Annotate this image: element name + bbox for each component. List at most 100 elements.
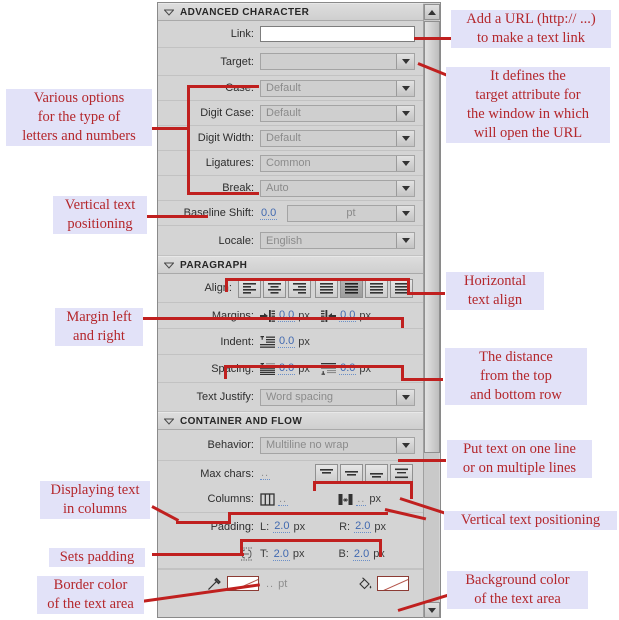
padding-top-value[interactable]: 2.0 [272,548,290,561]
padding-left-unit: px [293,520,306,533]
chevron-down-icon[interactable] [396,155,414,171]
break-select[interactable]: Auto [260,179,415,197]
columns-gutter-value[interactable]: .. [356,493,367,506]
indent-value[interactable]: 0.0 [278,335,296,348]
columns-label: Columns: [207,493,254,505]
margin-left-value[interactable]: 0.0 [278,309,296,322]
spacing-above-value[interactable]: 0.0 [278,362,296,375]
chevron-down-icon[interactable] [396,130,414,146]
chevron-down-icon[interactable] [396,80,414,96]
padding-link-icon[interactable] [158,547,260,561]
chevron-down-icon[interactable] [396,233,414,248]
locale-select[interactable]: English [260,232,415,249]
digit-width-select[interactable]: Default [260,129,415,147]
padding-left-value[interactable]: 2.0 [273,520,291,533]
border-color-swatch[interactable] [227,576,259,591]
chevron-down-icon[interactable] [396,180,414,196]
chevron-down-icon[interactable] [396,54,414,69]
align-left-button[interactable] [238,278,261,298]
annotation-various-options: Various options for the type of letters … [6,89,152,146]
stroke-width-value[interactable]: .. [265,578,275,590]
padding-right-value[interactable]: 2.0 [354,520,372,533]
spacing-label: Spacing: [211,362,254,375]
disclosure-triangle-icon[interactable] [164,9,174,16]
chevron-down-icon[interactable] [396,205,414,221]
paint-bucket-icon [356,576,374,591]
panel-scroll-content: ADVANCED CHARACTER Link: Target: Case: D… [158,3,423,617]
indent-icon [260,334,275,349]
case-select[interactable]: Default [260,79,415,97]
annotation-vertical-text-positioning-right: Vertical text positioning [444,511,617,530]
behavior-value: Multiline no wrap [266,439,349,451]
margin-right-icon [321,308,337,323]
target-select[interactable] [260,53,415,70]
row-case: Case: Default [158,76,423,101]
break-label: Break: [222,182,254,194]
row-target: Target: [158,48,423,76]
align-label: Align: [204,282,232,294]
annotation-displaying-columns: Displaying text in columns [40,481,150,519]
locale-label: Locale: [218,234,254,247]
section-header-container-and-flow[interactable]: CONTAINER AND FLOW [158,412,423,430]
margin-right-unit: px [359,309,371,322]
padding-top-prefix: T: [260,548,269,560]
case-value: Default [266,82,301,94]
padding-bottom-prefix: B: [338,548,349,560]
section-header-paragraph[interactable]: PARAGRAPH [158,256,423,274]
row-link: Link: [158,21,423,48]
annotation-distance-top-bottom: The distance from the top and bottom row [445,348,587,405]
valign-justify-button[interactable] [390,464,413,483]
column-gutter-icon [338,492,353,507]
row-colors: .. pt [158,569,423,597]
disclosure-triangle-icon[interactable] [164,262,174,269]
justify-left-button[interactable] [315,278,338,298]
background-color-swatch[interactable] [377,576,409,591]
justify-center-button[interactable] [340,278,363,298]
scrollbar-thumb[interactable] [424,21,440,453]
break-value: Auto [266,182,289,194]
chevron-down-icon[interactable] [396,105,414,121]
digit-case-label: Digit Case: [200,107,254,119]
row-max-chars: Max chars: .. [158,461,423,486]
columns-count-value[interactable]: .. [278,493,289,506]
align-right-button[interactable] [288,278,311,298]
justify-full-button[interactable] [390,278,413,298]
spacing-below-value[interactable]: 0.0 [339,362,357,375]
padding-bottom-unit: px [373,548,385,560]
ligatures-select[interactable]: Common [260,154,415,172]
panel-scrollbar[interactable] [423,4,440,618]
target-label: Target: [220,55,254,68]
annotation-add-url: Add a URL (http:// ...) to make a text l… [451,10,611,48]
scroll-down-button[interactable] [424,602,440,618]
align-center-button[interactable] [263,278,286,298]
columns-gutter-unit: px [369,493,381,505]
annotation-background-color: Background color of the text area [447,571,588,609]
baseline-shift-unit-select[interactable]: pt [287,204,415,222]
behavior-select[interactable]: Multiline no wrap [260,436,415,454]
row-padding-lr: Padding: L: 2.0 px R: 2.0 px [158,513,423,540]
row-break: Break: Auto [158,176,423,201]
text-justify-value: Word spacing [266,391,334,403]
baseline-shift-value[interactable]: 0.0 [260,207,278,220]
valign-bottom-button[interactable] [365,464,388,483]
chevron-down-icon[interactable] [396,389,414,405]
locale-value: English [266,234,303,247]
chevron-down-icon[interactable] [396,437,414,453]
link-input[interactable] [260,26,415,42]
valign-top-button[interactable] [315,464,338,483]
padding-top-unit: px [292,548,305,560]
padding-right-unit: px [374,520,387,533]
justify-right-button[interactable] [365,278,388,298]
indent-label: Indent: [220,335,254,348]
padding-bottom-value[interactable]: 2.0 [352,548,371,561]
disclosure-triangle-icon[interactable] [164,418,174,425]
valign-middle-button[interactable] [340,464,363,483]
section-title: ADVANCED CHARACTER [180,6,310,18]
scroll-up-button[interactable] [424,4,440,20]
ligatures-label: Ligatures: [205,157,254,169]
section-header-advanced-character[interactable]: ADVANCED CHARACTER [158,3,423,21]
digit-case-select[interactable]: Default [260,104,415,122]
max-chars-value[interactable]: .. [260,467,271,480]
text-justify-select[interactable]: Word spacing [260,388,415,406]
margin-right-value[interactable]: 0.0 [339,309,357,322]
